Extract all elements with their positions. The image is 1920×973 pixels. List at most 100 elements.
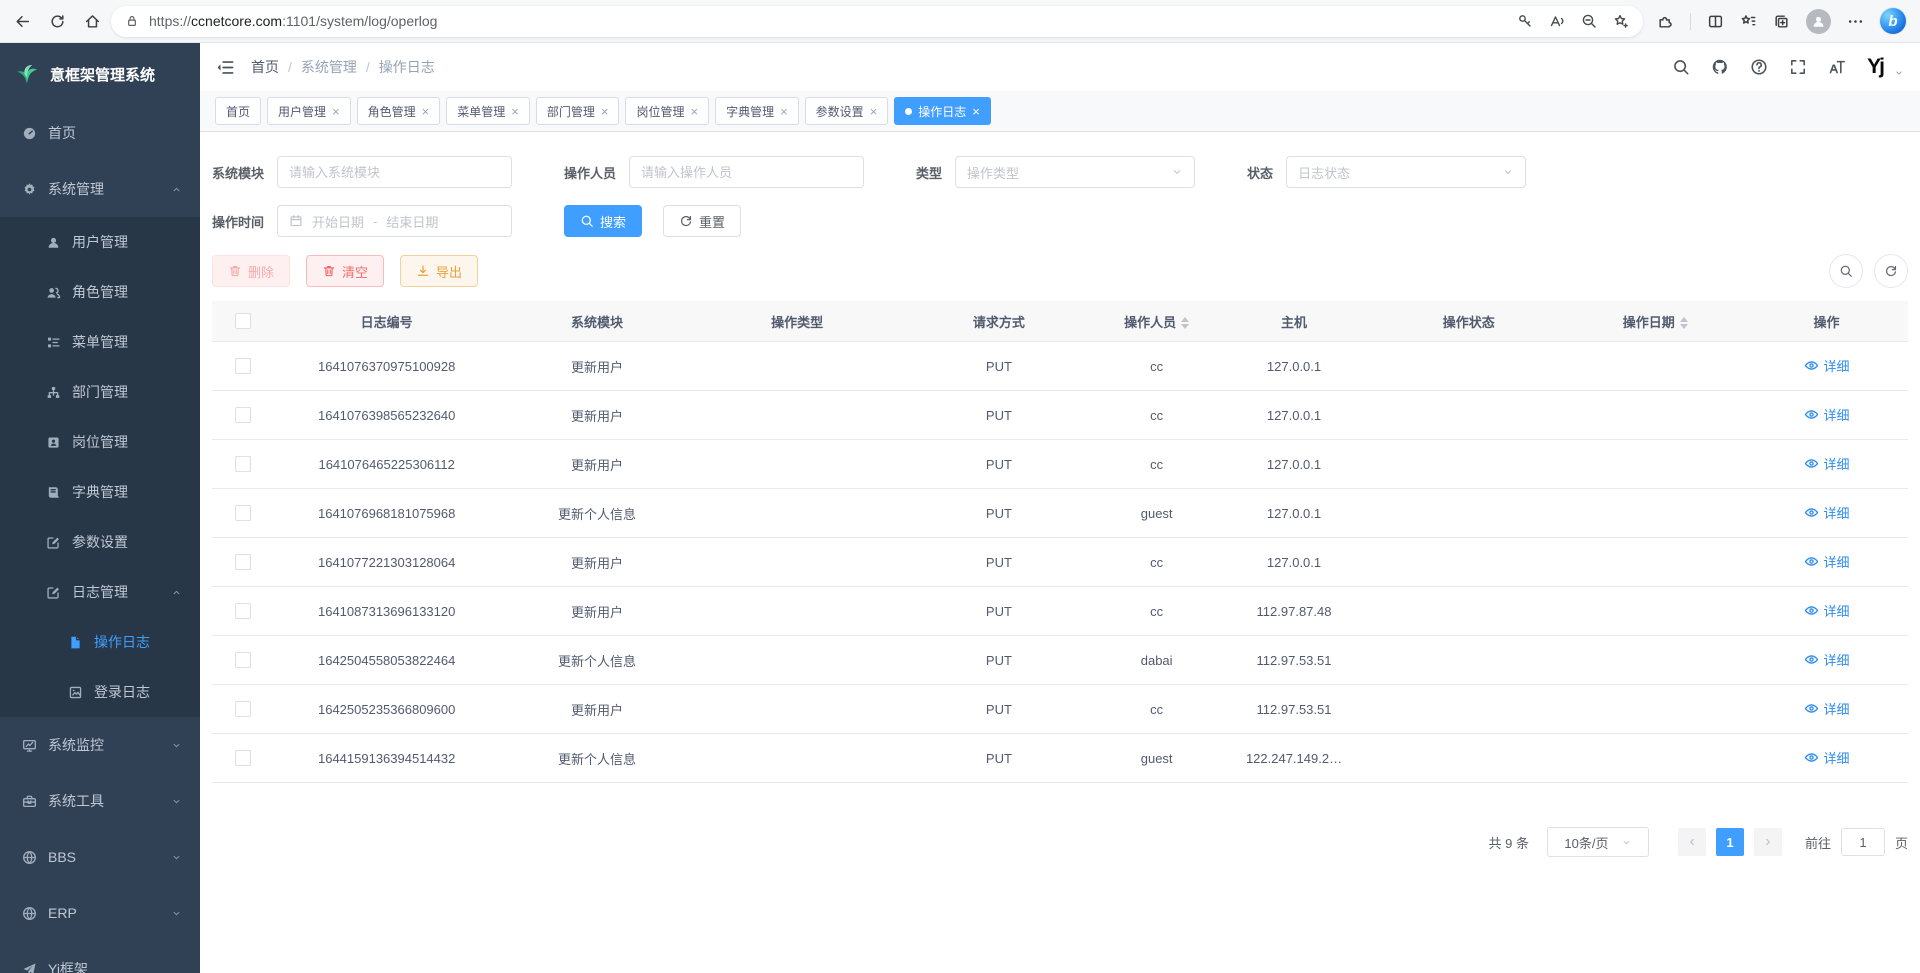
next-page-button[interactable] bbox=[1754, 828, 1782, 856]
type-select[interactable]: 操作类型 bbox=[955, 156, 1195, 188]
delete-button[interactable]: 删除 bbox=[212, 255, 290, 287]
row-checkbox[interactable] bbox=[235, 407, 251, 423]
more-button[interactable] bbox=[1847, 13, 1864, 30]
fullscreen-button[interactable] bbox=[1789, 58, 1807, 76]
close-tab-icon[interactable]: × bbox=[332, 105, 340, 118]
github-button[interactable] bbox=[1711, 58, 1729, 76]
sidebar-item-erp[interactable]: ERP bbox=[0, 885, 200, 941]
row-checkbox[interactable] bbox=[235, 505, 251, 521]
key-button[interactable] bbox=[1517, 13, 1533, 29]
app-logo[interactable]: 意框架管理系统 bbox=[0, 43, 200, 105]
row-checkbox[interactable] bbox=[235, 652, 251, 668]
close-tab-icon[interactable]: × bbox=[870, 105, 878, 118]
tab-角色管理[interactable]: 角色管理× bbox=[357, 97, 441, 125]
table-search-button[interactable] bbox=[1829, 254, 1863, 288]
collections-button[interactable] bbox=[1773, 13, 1790, 30]
breadcrumb-home[interactable]: 首页 bbox=[251, 57, 279, 77]
sidebar-item-dict-mgmt[interactable]: 字典管理 bbox=[0, 467, 200, 517]
sidebar-item-yi-framework[interactable]: Yi框架 bbox=[0, 941, 200, 973]
chevron-down-icon[interactable] bbox=[1894, 68, 1904, 78]
row-checkbox[interactable] bbox=[235, 750, 251, 766]
operator-input[interactable] bbox=[629, 156, 864, 188]
sidebar-item-param-settings[interactable]: 参数设置 bbox=[0, 517, 200, 567]
favorites-bar-button[interactable] bbox=[1740, 13, 1757, 30]
row-checkbox[interactable] bbox=[235, 358, 251, 374]
tab-用户管理[interactable]: 用户管理× bbox=[267, 97, 351, 125]
row-checkbox[interactable] bbox=[235, 456, 251, 472]
zoom-out-button[interactable] bbox=[1581, 13, 1597, 29]
detail-link[interactable]: 详细 bbox=[1804, 454, 1850, 473]
close-tab-icon[interactable]: × bbox=[422, 105, 430, 118]
tab-岗位管理[interactable]: 岗位管理× bbox=[625, 97, 709, 125]
star-add-button[interactable] bbox=[1613, 13, 1629, 29]
split-screen-button[interactable] bbox=[1707, 13, 1724, 30]
help-button[interactable] bbox=[1750, 58, 1768, 76]
sort-caret-icon[interactable] bbox=[1680, 317, 1688, 329]
detail-link[interactable]: 详细 bbox=[1804, 650, 1850, 669]
puzzle-button[interactable] bbox=[1657, 13, 1674, 30]
yi-corner-logo[interactable]: Yj bbox=[1867, 55, 1883, 79]
sidebar-item-user-mgmt[interactable]: 用户管理 bbox=[0, 217, 200, 267]
tab-部门管理[interactable]: 部门管理× bbox=[536, 97, 620, 125]
sidebar-item-role-mgmt[interactable]: 角色管理 bbox=[0, 267, 200, 317]
breadcrumb-section[interactable]: 系统管理 bbox=[301, 57, 357, 77]
sidebar-item-sys-monitor[interactable]: 系统监控 bbox=[0, 717, 200, 773]
table-refresh-button[interactable] bbox=[1874, 254, 1908, 288]
profile-avatar[interactable] bbox=[1806, 9, 1831, 34]
close-tab-icon[interactable]: × bbox=[972, 105, 980, 118]
menu-fold-icon[interactable] bbox=[216, 58, 235, 77]
goto-page-input[interactable] bbox=[1841, 828, 1885, 856]
copilot-icon[interactable]: b bbox=[1880, 8, 1906, 34]
back-button[interactable] bbox=[14, 13, 31, 30]
tab-字典管理[interactable]: 字典管理× bbox=[715, 97, 799, 125]
status-select[interactable]: 日志状态 bbox=[1286, 156, 1526, 188]
sidebar-item-sys-tools[interactable]: 系统工具 bbox=[0, 773, 200, 829]
sidebar-item-bbs[interactable]: BBS bbox=[0, 829, 200, 885]
current-page[interactable]: 1 bbox=[1716, 828, 1744, 856]
sidebar-item-post-mgmt[interactable]: 岗位管理 bbox=[0, 417, 200, 467]
close-tab-icon[interactable]: × bbox=[511, 105, 519, 118]
table-row: 1642505235366809600更新用户PUTcc112.97.53.51… bbox=[212, 685, 1908, 734]
search-button[interactable]: 搜索 bbox=[564, 205, 642, 237]
tab-菜单管理[interactable]: 菜单管理× bbox=[446, 97, 530, 125]
close-tab-icon[interactable]: × bbox=[780, 105, 788, 118]
font-size-button[interactable] bbox=[1828, 58, 1846, 76]
reload-button[interactable] bbox=[49, 13, 66, 30]
tab-参数设置[interactable]: 参数设置× bbox=[805, 97, 889, 125]
sidebar-item-system-mgmt[interactable]: 系统管理 bbox=[0, 161, 200, 217]
detail-link[interactable]: 详细 bbox=[1804, 552, 1850, 571]
sidebar-item-login-log[interactable]: 登录日志 bbox=[0, 667, 200, 717]
sidebar-item-menu-mgmt[interactable]: 菜单管理 bbox=[0, 317, 200, 367]
detail-link[interactable]: 详细 bbox=[1804, 405, 1850, 424]
detail-link[interactable]: 详细 bbox=[1804, 356, 1850, 375]
sidebar-item-oper-log[interactable]: 操作日志 bbox=[0, 617, 200, 667]
export-button[interactable]: 导出 bbox=[400, 255, 478, 287]
sort-caret-icon[interactable] bbox=[1181, 317, 1189, 329]
prev-page-button[interactable] bbox=[1678, 828, 1706, 856]
row-checkbox[interactable] bbox=[235, 603, 251, 619]
detail-link[interactable]: 详细 bbox=[1804, 748, 1850, 767]
sidebar-item-home[interactable]: 首页 bbox=[0, 105, 200, 161]
row-checkbox[interactable] bbox=[235, 701, 251, 717]
log-id-cell: 1642505235366809600 bbox=[273, 702, 500, 717]
select-all-checkbox[interactable] bbox=[235, 313, 251, 329]
sidebar-item-dept-mgmt[interactable]: 部门管理 bbox=[0, 367, 200, 417]
detail-link[interactable]: 详细 bbox=[1804, 699, 1850, 718]
detail-link[interactable]: 详细 bbox=[1804, 601, 1850, 620]
tab-操作日志[interactable]: 操作日志× bbox=[894, 97, 991, 125]
close-tab-icon[interactable]: × bbox=[690, 105, 698, 118]
page-size-select[interactable]: 10条/页 bbox=[1547, 827, 1649, 857]
detail-link[interactable]: 详细 bbox=[1804, 503, 1850, 522]
date-range-input[interactable]: 开始日期 - 结束日期 bbox=[277, 205, 512, 237]
tab-首页[interactable]: 首页 bbox=[215, 97, 261, 125]
address-bar[interactable]: https://ccnetcore.com:1101/system/log/op… bbox=[111, 6, 1643, 37]
read-aloud-button[interactable] bbox=[1549, 13, 1565, 29]
clear-button[interactable]: 清空 bbox=[306, 255, 384, 287]
sidebar-item-log-mgmt[interactable]: 日志管理 bbox=[0, 567, 200, 617]
home-button[interactable] bbox=[84, 13, 101, 30]
search-button[interactable] bbox=[1672, 58, 1690, 76]
close-tab-icon[interactable]: × bbox=[601, 105, 609, 118]
reset-button[interactable]: 重置 bbox=[663, 205, 741, 237]
row-checkbox[interactable] bbox=[235, 554, 251, 570]
module-input[interactable] bbox=[277, 156, 512, 188]
